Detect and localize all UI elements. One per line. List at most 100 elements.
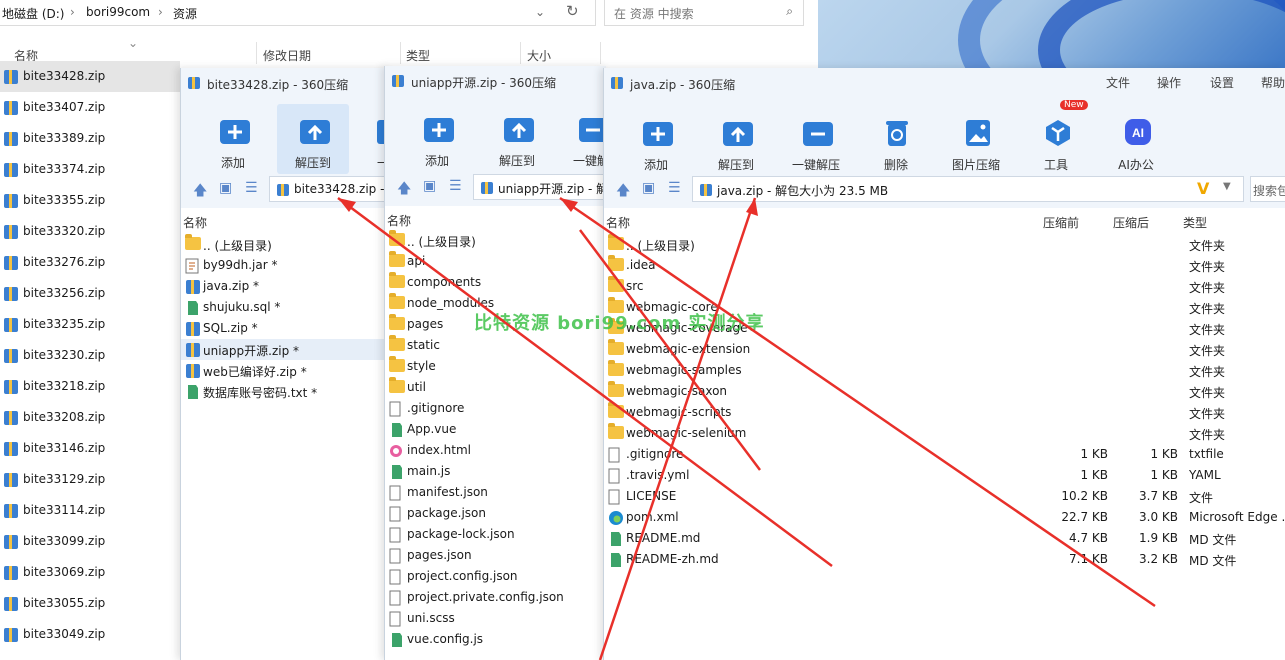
chevron-down-icon[interactable]: ⌄ (535, 5, 545, 19)
list-item[interactable]: pom.xml 22.7 KB 3.0 KB Microsoft Edge . (604, 507, 1285, 528)
list-item[interactable]: webmagic-scripts 文件夹 (604, 402, 1285, 423)
search-box[interactable]: 在 资源 中搜索 ⌕ (604, 0, 804, 26)
file-row[interactable]: bite33256.zip (0, 278, 180, 309)
search-icon[interactable]: ⌕ (786, 4, 793, 19)
column-name[interactable]: 名称 (606, 214, 630, 231)
file-row[interactable]: bite33099.zip (0, 526, 180, 557)
list-item[interactable]: .. (上级目录) (181, 234, 390, 255)
file-row[interactable]: bite33320.zip (0, 216, 180, 247)
list-view-icon[interactable]: ☰ (245, 180, 258, 196)
file-row[interactable]: bite33208.zip (0, 402, 180, 433)
column-type[interactable]: 类型 (406, 47, 430, 64)
list-item[interactable]: main.js (385, 461, 606, 482)
list-item[interactable]: vue.config.js (385, 629, 606, 650)
archive-search-box[interactable]: 搜索包 (1250, 176, 1285, 202)
file-row[interactable]: bite33428.zip (0, 61, 180, 92)
column-name[interactable]: 名称 (183, 214, 207, 231)
view-icon[interactable]: ▣ (642, 180, 655, 196)
list-item[interactable]: package.json (385, 503, 606, 524)
add-button[interactable]: 添加 (620, 106, 692, 176)
list-view-icon[interactable]: ☰ (449, 178, 462, 194)
list-item[interactable]: index.html (385, 440, 606, 461)
ai-office-button[interactable]: AI AI办公 (1100, 106, 1172, 176)
list-view-icon[interactable]: ☰ (668, 180, 681, 196)
view-icon[interactable]: ▣ (219, 180, 232, 196)
file-row[interactable]: bite33055.zip (0, 588, 180, 619)
list-item[interactable]: webmagic-extension 文件夹 (604, 339, 1285, 360)
menu-settings[interactable]: 设置 (1210, 74, 1234, 91)
list-item[interactable]: pages.json (385, 545, 606, 566)
list-item[interactable]: manifest.json (385, 482, 606, 503)
list-item[interactable]: .gitignore 1 KB 1 KB txtfile (604, 444, 1285, 465)
column-date[interactable]: 修改日期 (263, 47, 311, 64)
file-row[interactable]: bite33218.zip (0, 371, 180, 402)
refresh-icon[interactable]: ↻ (566, 2, 579, 20)
one-click-extract-button[interactable]: 一键解压 (780, 106, 852, 176)
file-row[interactable]: bite33049.zip (0, 619, 180, 650)
list-item[interactable]: .. (上级目录) (385, 230, 606, 251)
title-bar[interactable]: uniapp开源.zip - 360压缩 (385, 66, 606, 94)
path-box[interactable]: java.zip - 解包大小为 23.5 MB V ▼ (692, 176, 1244, 202)
list-item[interactable]: by99dh.jar * (181, 255, 390, 276)
list-item[interactable]: components (385, 272, 606, 293)
breadcrumb-folder[interactable]: bori99com (86, 5, 150, 19)
list-item[interactable]: package-lock.json (385, 524, 606, 545)
file-row[interactable]: bite33146.zip (0, 433, 180, 464)
file-row[interactable]: bite33230.zip (0, 340, 180, 371)
file-row[interactable]: bite33276.zip (0, 247, 180, 278)
list-item[interactable]: README.md 4.7 KB 1.9 KB MD 文件 (604, 528, 1285, 549)
column-size-before[interactable]: 压缩前 (1043, 214, 1079, 231)
address-bar[interactable]: 地磁盘 (D:) › bori99com › 资源 ⌄ ↻ (0, 0, 596, 26)
file-row[interactable]: bite33114.zip (0, 495, 180, 526)
list-item[interactable]: webmagic-saxon 文件夹 (604, 381, 1285, 402)
list-item[interactable]: src 文件夹 (604, 276, 1285, 297)
tools-button[interactable]: New 工具 (1020, 100, 1092, 176)
list-item[interactable]: webmagic-selenium 文件夹 (604, 423, 1285, 444)
column-type[interactable]: 类型 (1183, 214, 1207, 231)
list-item[interactable]: .travis.yml 1 KB 1 KB YAML (604, 465, 1285, 486)
up-arrow-icon[interactable]: 🡅 (193, 180, 207, 204)
list-item[interactable]: style (385, 356, 606, 377)
title-bar[interactable]: java.zip - 360压缩 文件 操作 设置 帮助 (604, 68, 1285, 96)
column-name[interactable]: 名称 (387, 212, 411, 229)
add-button[interactable]: 添加 (401, 102, 473, 172)
list-item[interactable]: static (385, 335, 606, 356)
file-row[interactable]: bite33355.zip (0, 185, 180, 216)
list-item[interactable]: SQL.zip * (181, 318, 390, 339)
list-item[interactable]: 数据库账号密码.txt * (181, 381, 390, 402)
file-row[interactable]: bite33407.zip (0, 92, 180, 123)
extract-to-button[interactable]: 解压到 (700, 106, 772, 176)
list-item[interactable]: shujuku.sql * (181, 297, 390, 318)
menu-operate[interactable]: 操作 (1157, 74, 1181, 91)
list-item[interactable]: project.private.config.json (385, 587, 606, 608)
list-item[interactable]: .gitignore (385, 398, 606, 419)
add-button[interactable]: 添加 (197, 104, 269, 174)
delete-button[interactable]: 删除 (860, 106, 932, 176)
file-row[interactable]: bite33235.zip (0, 309, 180, 340)
list-item[interactable]: uniapp开源.zip * (181, 339, 390, 360)
file-row[interactable]: bite33129.zip (0, 464, 180, 495)
list-item[interactable]: web已编译好.zip * (181, 360, 390, 381)
up-arrow-icon[interactable]: 🡅 (397, 178, 411, 202)
path-box[interactable]: uniapp开源.zip - 解 (473, 174, 608, 200)
list-item[interactable]: LICENSE 10.2 KB 3.7 KB 文件 (604, 486, 1285, 507)
path-box[interactable]: bite33428.zip - (269, 176, 391, 202)
list-item[interactable]: App.vue (385, 419, 606, 440)
list-item[interactable]: util (385, 377, 606, 398)
breadcrumb-drive[interactable]: 地磁盘 (D:) (2, 5, 64, 22)
list-item[interactable]: api (385, 251, 606, 272)
list-item[interactable]: uni.scss (385, 608, 606, 629)
column-size-after[interactable]: 压缩后 (1113, 214, 1149, 231)
one-click-button[interactable]: 一键解 (557, 102, 609, 172)
menu-help[interactable]: 帮助 (1261, 74, 1285, 91)
breadcrumb-current[interactable]: 资源 (173, 5, 197, 22)
list-item[interactable]: webmagic-samples 文件夹 (604, 360, 1285, 381)
extract-to-button[interactable]: 解压到 (277, 104, 349, 174)
up-arrow-icon[interactable]: 🡅 (616, 180, 630, 204)
menu-file[interactable]: 文件 (1106, 74, 1130, 91)
list-item[interactable]: README-zh.md 7.1 KB 3.2 KB MD 文件 (604, 549, 1285, 570)
image-compress-button[interactable]: 图片压缩 (940, 106, 1012, 176)
list-item[interactable]: .. (上级目录) 文件夹 (604, 234, 1285, 255)
title-bar[interactable]: bite33428.zip - 360压缩 (181, 68, 390, 96)
file-row[interactable]: bite33069.zip (0, 557, 180, 588)
